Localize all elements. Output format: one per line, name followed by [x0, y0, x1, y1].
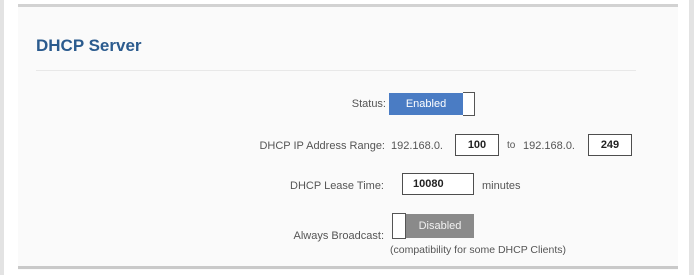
- broadcast-toggle[interactable]: Disabled: [392, 213, 482, 239]
- frame-right: [689, 0, 694, 275]
- section-title: DHCP Server: [36, 36, 142, 55]
- lease-label: DHCP Lease Time:: [290, 180, 384, 192]
- broadcast-label: Always Broadcast:: [293, 230, 384, 242]
- broadcast-note: (compatibility for some DHCP Clients): [390, 244, 567, 256]
- panel-bottom-border: [18, 266, 678, 269]
- title-divider: [36, 70, 636, 71]
- status-toggle[interactable]: Enabled: [389, 92, 479, 116]
- status-label: Status:: [351, 98, 386, 110]
- range-to-text: to: [507, 140, 516, 151]
- status-toggle-knob[interactable]: [463, 92, 475, 116]
- range-end-prefix: 192.168.0.: [523, 140, 575, 152]
- frame-left: [0, 0, 4, 275]
- broadcast-toggle-text: Disabled: [406, 214, 474, 238]
- status-toggle-text: Enabled: [389, 93, 463, 115]
- broadcast-toggle-knob[interactable]: [392, 213, 406, 239]
- range-end-input[interactable]: 249: [588, 134, 632, 156]
- range-start-input[interactable]: 100: [455, 134, 499, 156]
- lease-unit: minutes: [482, 180, 521, 192]
- range-start-prefix: 192.168.0.: [391, 140, 443, 152]
- lease-time-input[interactable]: 10080: [402, 173, 474, 195]
- range-label: DHCP IP Address Range:: [259, 140, 385, 152]
